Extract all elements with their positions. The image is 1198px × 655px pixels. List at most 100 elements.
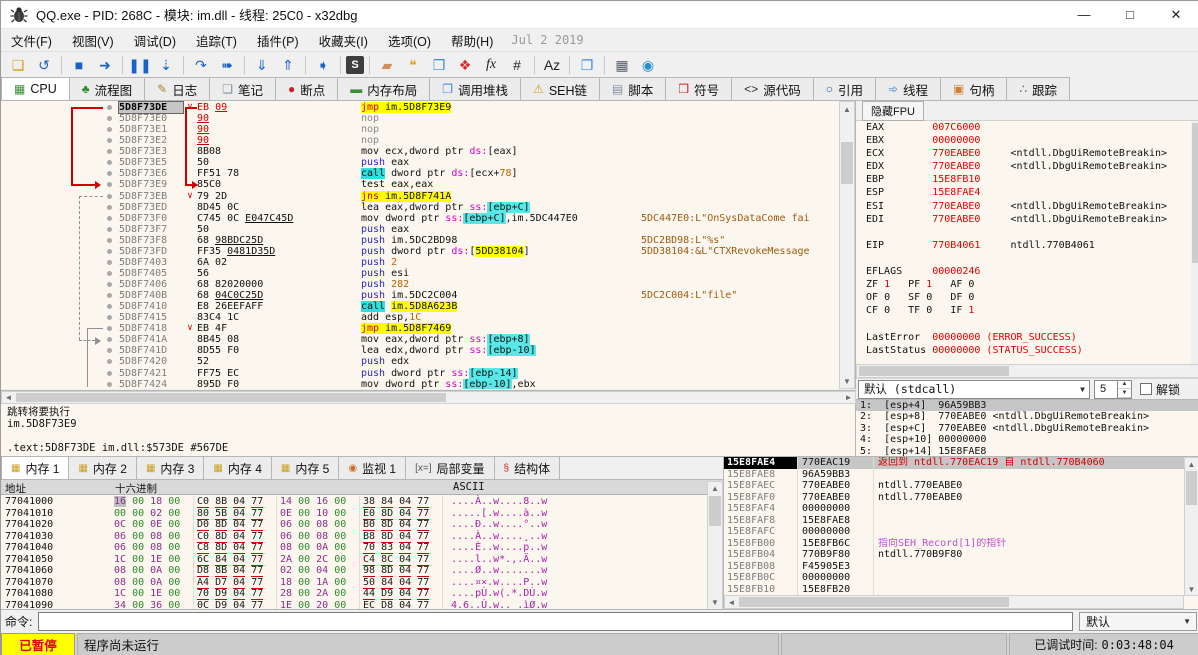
calling-convention-select[interactable]: 默认 (stdcall)▼ [858, 380, 1090, 399]
source-step-toggle-icon[interactable]: S [346, 56, 364, 74]
disasm-row[interactable]: 5D8F7424895D F0mov dword ptr ss:[ebp-10]… [1, 379, 840, 389]
register-line[interactable]: ECX 770EABE0 <ntdll.DbgUiRemoteBreakin> [856, 147, 1198, 160]
stack-row[interactable]: 15E8FB0C00000000 [724, 572, 1198, 584]
tab-内存布局[interactable]: ▬内存布局 [337, 77, 430, 100]
run-to-user-code-icon[interactable]: ➧ [311, 54, 335, 77]
disasm-row[interactable]: 5D8F73F868 98BDC25Dpush im.5DC2BD985DC2B… [1, 235, 840, 246]
stack-row[interactable]: 15E8FAF400000000 [724, 503, 1198, 515]
stop-icon[interactable]: ■ [67, 54, 91, 77]
step-over-icon[interactable]: ↷ [189, 54, 213, 77]
open-file-icon[interactable]: ❏ [6, 54, 30, 77]
comments-icon[interactable]: ❝ [401, 54, 425, 77]
disasm-row[interactable]: 5D8F740668 82020000push 282 [1, 279, 840, 290]
calculator-icon[interactable]: ▦ [610, 54, 634, 77]
memory-dump-panel[interactable]: ▦内存 1▦内存 2▦内存 3▦内存 4▦内存 5◉监视 1[x=]局部变量§结… [1, 456, 723, 609]
breakpoint-dot-icon[interactable] [107, 359, 112, 364]
menu-item-t[interactable]: 追踪(T) [186, 29, 247, 52]
register-line[interactable] [856, 357, 1198, 364]
register-line[interactable] [856, 317, 1198, 330]
dump-row[interactable]: 7704100016 00 18 00C0 8B 04 7714 00 16 0… [1, 496, 707, 508]
disasm-row[interactable]: 5D8F741D8D55 F0lea edx,dword ptr ss:[ebp… [1, 345, 840, 356]
unlock-checkbox[interactable]: 解锁 [1140, 381, 1180, 398]
disasm-row[interactable]: 5D8F73F0C745 0C E047C45Dmov dword ptr ss… [1, 213, 840, 224]
breakpoint-dot-icon[interactable] [107, 138, 112, 143]
step-out-icon[interactable]: ⇑ [276, 54, 300, 77]
disassembly-panel[interactable]: 5D8F73DE∨EB 09jmp im.5D8F73E95D8F73E090n… [1, 101, 856, 389]
register-line[interactable]: OF 0 SF 0 DF 0 [856, 291, 1198, 304]
breakpoint-dot-icon[interactable] [107, 182, 112, 187]
disasm-row[interactable]: 5D8F740B68 04C0C25Dpush im.5DC2C0045DC2C… [1, 290, 840, 301]
command-profile-select[interactable]: 默认▼ [1079, 612, 1197, 631]
menu-item-i[interactable]: 收藏夹(I) [309, 29, 378, 52]
dump-row[interactable]: 770410501C 00 1E 006C 84 04 772A 00 2C 0… [1, 554, 707, 566]
argument-row[interactable]: 1: [esp+4] 96A59BB3 [856, 400, 1198, 411]
tab-流程图[interactable]: ♣流程图 [69, 77, 145, 100]
labels-icon[interactable]: ❒ [427, 54, 451, 77]
disasm-row[interactable]: 5D8F7410E8 26EEFAFFcall im.5D8A623B [1, 301, 840, 312]
command-input[interactable] [38, 612, 1073, 631]
disasm-row[interactable]: 5D8F73FDFF35 0481D35Dpush dword ptr ds:[… [1, 246, 840, 257]
breakpoint-dot-icon[interactable] [107, 260, 112, 265]
breakpoint-dot-icon[interactable] [107, 227, 112, 232]
breakpoint-dot-icon[interactable] [107, 171, 112, 176]
disasm-row[interactable]: 5D8F73DE∨EB 09jmp im.5D8F73E9 [1, 102, 840, 113]
disasm-row[interactable]: 5D8F73ED8D45 0Clea eax,dword ptr ss:[ebp… [1, 202, 840, 213]
stack-row[interactable]: 15E8FAE896A59BB3 [724, 469, 1198, 481]
dump-tab-局部变量[interactable]: [x=]局部变量 [405, 456, 494, 479]
stack-row[interactable]: 15E8FAF815E8FAE8 [724, 515, 1198, 527]
tab-SEH链[interactable]: ⚠SEH链 [520, 77, 600, 100]
breakpoint-dot-icon[interactable] [107, 216, 112, 221]
functions-icon[interactable]: fx [479, 54, 503, 77]
run-icon[interactable]: ➜ [93, 54, 117, 77]
register-line[interactable] [856, 226, 1198, 239]
breakpoint-dot-icon[interactable] [107, 315, 112, 320]
dump-row[interactable]: 7704106008 00 0A 00D8 8B 04 7702 00 04 0… [1, 565, 707, 577]
disasm-row[interactable]: 5D8F73E190nop [1, 124, 840, 135]
register-line[interactable]: LastError 00000000 (ERROR_SUCCESS) [856, 331, 1198, 344]
dump-row[interactable]: 7704104006 00 08 00C8 8D 04 7708 00 0A 0… [1, 542, 707, 554]
breakpoint-dot-icon[interactable] [107, 105, 112, 110]
argument-row[interactable]: 3: [esp+C] 770EABE0 <ntdll.DbgUiRemoteBr… [856, 423, 1198, 434]
patches-icon[interactable]: ▰ [375, 54, 399, 77]
stack-row[interactable]: 15E8FB1015E8FB20 [724, 584, 1198, 596]
menu-item-h[interactable]: 帮助(H) [441, 29, 503, 52]
skip-next-icon[interactable]: ⇓ [250, 54, 274, 77]
register-line[interactable]: EDX 770EABE0 <ntdll.DbgUiRemoteBreakin> [856, 160, 1198, 173]
tab-笔记[interactable]: ❏笔记 [209, 77, 276, 100]
disasm-row[interactable]: 5D8F740556push esi [1, 268, 840, 279]
dump-row[interactable]: 7704101000 00 02 0080 5B 04 770E 00 10 0… [1, 508, 707, 520]
breakpoint-dot-icon[interactable] [107, 293, 112, 298]
breakpoint-dot-icon[interactable] [107, 249, 112, 254]
tab-调用堆栈[interactable]: ❐调用堆栈 [429, 77, 521, 100]
dump-tab-内存 4[interactable]: ▦内存 4 [203, 456, 271, 479]
register-line[interactable]: EIP 770B4061 ntdll.770B4061 [856, 239, 1198, 252]
register-line[interactable]: EAX 007C6000 [856, 121, 1198, 134]
breakpoint-dot-icon[interactable] [107, 116, 112, 121]
breakpoint-dot-icon[interactable] [107, 160, 112, 165]
breakpoint-dot-icon[interactable] [107, 304, 112, 309]
registers-vertical-scrollbar[interactable] [1191, 121, 1198, 364]
disasm-row[interactable]: 5D8F73E6FF51 78call dword ptr ds:[ecx+78… [1, 168, 840, 179]
call-arguments-panel[interactable]: 1: [esp+4] 96A59BB32: [esp+8] 770EABE0 <… [856, 399, 1198, 456]
minimize-button[interactable]: — [1061, 1, 1107, 29]
dump-tab-内存 3[interactable]: ▦内存 3 [136, 456, 204, 479]
register-line[interactable]: EBX 00000000 [856, 134, 1198, 147]
stack-horizontal-scrollbar[interactable]: ◄ [724, 595, 1184, 609]
stack-row[interactable]: 15E8FB0015E8FB6C指向SEH_Record[1]的指针 [724, 538, 1198, 550]
maximize-button[interactable]: □ [1107, 1, 1153, 29]
breakpoint-dot-icon[interactable] [107, 194, 112, 199]
tab-线程[interactable]: ➾线程 [875, 77, 941, 100]
breakpoint-dot-icon[interactable] [107, 371, 112, 376]
dump-row[interactable]: 770410200C 00 0E 00D0 8D 04 7706 00 08 0… [1, 519, 707, 531]
tab-引用[interactable]: ○引用 [813, 77, 876, 100]
menu-item-v[interactable]: 视图(V) [62, 29, 124, 52]
disasm-row[interactable]: 5D8F73EB∨79 2Djns im.5D8F741A [1, 191, 840, 202]
argument-row[interactable]: 2: [esp+8] 770EABE0 <ntdll.DbgUiRemoteBr… [856, 411, 1198, 422]
stack-row[interactable]: 15E8FB04770B9F80ntdll.770B9F80 [724, 549, 1198, 561]
menu-item-d[interactable]: 调试(D) [124, 29, 186, 52]
disasm-row[interactable]: 5D8F73E290nop [1, 135, 840, 146]
breakpoint-dot-icon[interactable] [107, 326, 112, 331]
tab-日志[interactable]: ✎日志 [144, 77, 210, 100]
disasm-row[interactable]: 5D8F73E550push eax [1, 157, 840, 168]
stack-panel[interactable]: 15E8FAE4770EAC19返回到 ntdll.770EAC19 自 ntd… [723, 456, 1198, 609]
